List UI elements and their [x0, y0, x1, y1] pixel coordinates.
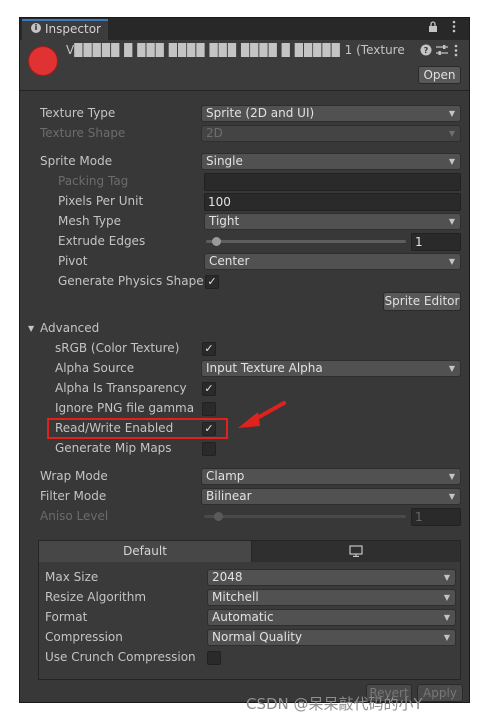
pivot-label: Pivot [58, 254, 88, 268]
watermark-text: CSDN @呆呆敲代码的小Y [246, 695, 423, 713]
generate-mip-maps-checkbox[interactable] [202, 442, 216, 456]
format-label: Format [45, 610, 88, 624]
chevron-down-icon: ▼ [443, 573, 450, 582]
texture-type-label: Texture Type [40, 106, 116, 120]
monitor-icon [349, 545, 363, 560]
mesh-type-label: Mesh Type [58, 214, 121, 228]
kebab-menu-icon[interactable] [452, 20, 456, 36]
texture-shape-dropdown: 2D ▼ [201, 125, 461, 142]
max-size-value: 2048 [212, 570, 243, 584]
alpha-is-transparency-checkbox[interactable]: ✓ [202, 382, 216, 396]
format-dropdown[interactable]: Automatic ▼ [207, 609, 456, 626]
mesh-type-dropdown[interactable]: Tight ▼ [204, 213, 461, 230]
filter-mode-value: Bilinear [206, 489, 252, 503]
pixels-per-unit-field[interactable]: 100 [204, 193, 461, 211]
aniso-level-field: 1 [411, 508, 461, 526]
texture-type-dropdown[interactable]: Sprite (2D and UI) ▼ [201, 105, 461, 122]
resize-algorithm-value: Mitchell [212, 590, 259, 604]
ignore-png-gamma-checkbox[interactable] [202, 402, 216, 416]
use-crunch-compression-checkbox[interactable] [207, 651, 221, 665]
max-size-label: Max Size [45, 570, 99, 584]
extrude-edges-label: Extrude Edges [58, 234, 146, 248]
wrap-mode-value: Clamp [206, 469, 245, 483]
srgb-label: sRGB (Color Texture) [55, 341, 180, 355]
resize-algorithm-label: Resize Algorithm [45, 590, 147, 604]
filter-mode-dropdown[interactable]: Bilinear ▼ [201, 488, 461, 505]
chevron-down-icon: ▼ [448, 364, 455, 373]
use-crunch-compression-label: Use Crunch Compression [45, 650, 196, 664]
lock-icon[interactable] [428, 21, 438, 36]
chevron-down-icon: ▼ [443, 633, 450, 642]
info-icon: i [31, 23, 41, 33]
chevron-down-icon: ▼ [448, 217, 455, 226]
alpha-source-dropdown[interactable]: Input Texture Alpha ▼ [201, 360, 461, 377]
annotation-arrow-icon [238, 401, 286, 428]
generate-mip-maps-label: Generate Mip Maps [55, 441, 172, 455]
aniso-level-label: Aniso Level [40, 509, 109, 523]
extrude-edges-slider-handle[interactable] [211, 237, 221, 246]
packing-tag-field[interactable] [204, 173, 461, 191]
alpha-is-transparency-label: Alpha Is Transparency [55, 381, 187, 395]
mesh-type-value: Tight [209, 214, 240, 228]
advanced-foldout-label[interactable]: Advanced [40, 321, 99, 335]
open-button[interactable]: Open [418, 66, 461, 84]
wrap-mode-label: Wrap Mode [40, 469, 108, 483]
texture-shape-label: Texture Shape [40, 126, 126, 140]
chevron-down-icon: ▼ [448, 492, 455, 501]
apply-button[interactable]: Apply [417, 684, 463, 702]
chevron-down-icon: ▼ [448, 129, 455, 138]
texture-shape-value: 2D [206, 126, 223, 140]
alpha-source-value: Input Texture Alpha [206, 361, 323, 375]
pixels-per-unit-label: Pixels Per Unit [58, 194, 144, 208]
extrude-edges-slider-track[interactable] [206, 240, 406, 243]
chevron-down-icon: ▼ [448, 109, 455, 118]
chevron-down-icon: ▼ [448, 257, 455, 266]
resize-algorithm-dropdown[interactable]: Mitchell ▼ [207, 589, 456, 606]
chevron-down-icon: ▼ [443, 613, 450, 622]
texture-asset-icon [28, 46, 58, 76]
tab-inspector-label: Inspector [45, 22, 101, 36]
packing-tag-label: Packing Tag [58, 174, 129, 188]
srgb-checkbox[interactable]: ✓ [202, 342, 216, 356]
aniso-level-slider-handle [214, 512, 223, 521]
compression-value: Normal Quality [212, 630, 303, 644]
filter-mode-label: Filter Mode [40, 489, 107, 503]
aniso-level-slider-track [204, 515, 406, 518]
generate-physics-shape-checkbox[interactable]: ✓ [205, 275, 219, 289]
wrap-mode-dropdown[interactable]: Clamp ▼ [201, 468, 461, 485]
sprite-mode-label: Sprite Mode [40, 154, 113, 168]
max-size-dropdown[interactable]: 2048 ▼ [207, 569, 456, 586]
asset-name: V▉▉▉▉▉ ▉ ▉▉▉ ▉▉▉▉ ▉▉▉ ▉▉▉▉ ▉ ▉▉▉▉▉ 1 (Te… [66, 43, 405, 57]
sprite-editor-button[interactable]: Sprite Editor [383, 292, 461, 311]
preset-sliders-icon[interactable] [436, 44, 448, 59]
pivot-dropdown[interactable]: Center ▼ [204, 253, 461, 270]
foldout-arrow-icon[interactable]: ▼ [28, 324, 34, 333]
help-icon[interactable]: ? [420, 44, 432, 59]
header-kebab-menu-icon[interactable] [454, 44, 458, 60]
alpha-source-label: Alpha Source [55, 361, 135, 375]
chevron-down-icon: ▼ [443, 593, 450, 602]
tab-default[interactable]: Default [39, 541, 251, 562]
svg-text:?: ? [424, 46, 429, 55]
compression-label: Compression [45, 630, 123, 644]
chevron-down-icon: ▼ [448, 157, 455, 166]
sprite-mode-value: Single [206, 154, 243, 168]
extrude-edges-field[interactable]: 1 [411, 233, 461, 251]
chevron-down-icon: ▼ [448, 472, 455, 481]
ignore-png-gamma-label: Ignore PNG file gamma [55, 401, 195, 415]
sprite-mode-dropdown[interactable]: Single ▼ [201, 153, 461, 170]
generate-physics-shape-label: Generate Physics Shape [58, 274, 204, 288]
highlight-box [47, 418, 228, 439]
texture-type-value: Sprite (2D and UI) [206, 106, 315, 120]
compression-dropdown[interactable]: Normal Quality ▼ [207, 629, 456, 646]
format-value: Automatic [212, 610, 274, 624]
pivot-value: Center [209, 254, 250, 268]
